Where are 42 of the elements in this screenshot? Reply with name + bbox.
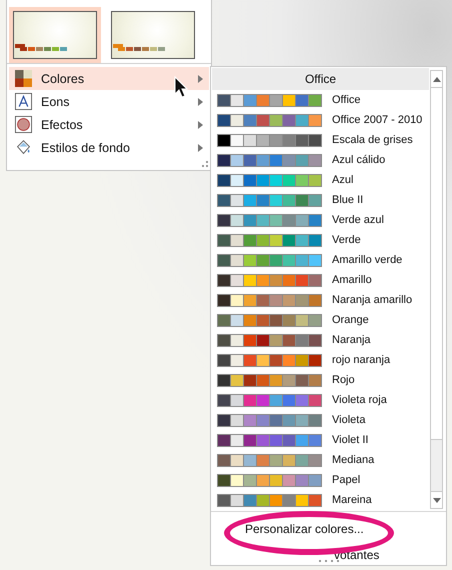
menu-action[interactable]: votantes	[334, 548, 446, 562]
color-grid-icon	[15, 70, 32, 87]
color-theme-item[interactable]: Amarillo	[212, 270, 429, 290]
scroll-down-icon[interactable]	[432, 498, 440, 502]
color-theme-item[interactable]: Violeta	[212, 410, 429, 430]
color-theme-item[interactable]: Azul cálido	[212, 150, 429, 170]
color-theme-item[interactable]: Orange	[212, 310, 429, 330]
submenu-arrow-icon	[198, 74, 203, 82]
menu-item[interactable]: Eons	[9, 90, 209, 113]
color-theme-item[interactable]: Verde azul	[212, 210, 429, 230]
menu-item[interactable]: Estilos de fondo	[9, 136, 209, 159]
section-header: Office	[212, 68, 429, 90]
cursor-icon	[174, 76, 188, 98]
circle-icon	[15, 116, 32, 133]
paint-bucket-icon	[15, 139, 32, 156]
color-theme-item[interactable]: Violeta roja	[212, 390, 429, 410]
color-theme-item[interactable]: Mediana	[212, 450, 429, 470]
scroll-up-icon[interactable]	[432, 76, 440, 82]
submenu-arrow-icon	[198, 120, 203, 128]
color-theme-item[interactable]: Office	[212, 90, 429, 110]
color-theme-item[interactable]: Naranja amarillo	[212, 290, 429, 310]
color-theme-item[interactable]: Verde	[212, 230, 429, 250]
color-theme-item[interactable]: Blue II	[212, 190, 429, 210]
font-icon	[15, 93, 32, 110]
color-theme-item[interactable]: Azul	[212, 170, 429, 190]
color-theme-item[interactable]: Rojo	[212, 370, 429, 390]
color-theme-item[interactable]: Escala de grises	[212, 130, 429, 150]
menu-action[interactable]: Personalizar colores...	[245, 522, 446, 536]
color-theme-item[interactable]: Naranja	[212, 330, 429, 350]
color-theme-item[interactable]: rojo naranja	[212, 350, 429, 370]
submenu-arrow-icon	[198, 98, 203, 106]
color-theme-item[interactable]: Amarillo verde	[212, 250, 429, 270]
color-theme-item[interactable]: Mareina	[212, 490, 429, 510]
resize-grip-icon[interactable]	[202, 161, 208, 167]
color-theme-item[interactable]: Papel	[212, 470, 429, 490]
color-theme-item[interactable]: Office 2007 - 2010	[212, 110, 429, 130]
scrollbar[interactable]	[430, 70, 443, 509]
theme-thumbnail[interactable]	[9, 7, 101, 63]
menu-item[interactable]: Efectos	[9, 113, 209, 136]
color-theme-item[interactable]: Violet II	[212, 430, 429, 450]
submenu-arrow-icon	[198, 144, 203, 152]
menu-item[interactable]: Colores	[9, 67, 209, 90]
